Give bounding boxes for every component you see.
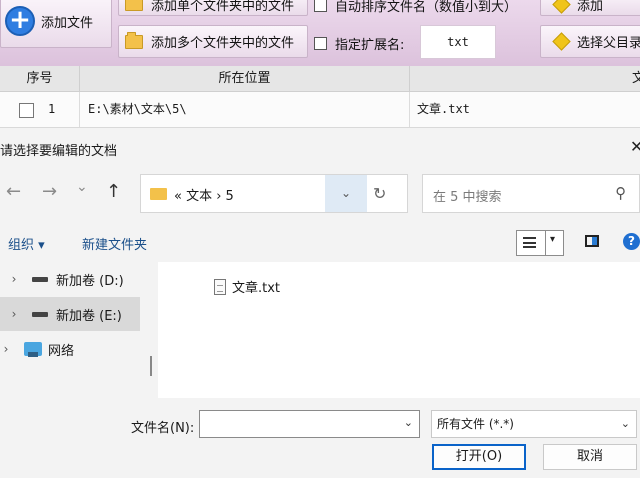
tree-item-label: 新加卷 (D:)	[56, 273, 124, 289]
add-single-folder-label: 添加单个文件夹中的文件	[151, 0, 295, 14]
file-name: 文章.txt	[232, 281, 281, 296]
navigation-scrollbar[interactable]	[150, 356, 152, 376]
details-view-icon	[523, 237, 536, 248]
select-parent-button[interactable]: 选择父目录	[540, 25, 640, 58]
chevron-right-icon[interactable]: ›	[8, 272, 20, 286]
table-header: 序号 所在位置 文	[0, 66, 640, 92]
file-list: 文章.txt	[158, 262, 640, 398]
add-right-label: 添加	[577, 0, 604, 14]
address-bar[interactable]: « 文本 › 5 ⌄ ↻	[140, 174, 408, 213]
network-icon	[24, 342, 42, 357]
add-single-folder-button[interactable]: 添加单个文件夹中的文件	[118, 0, 308, 16]
checkbox-box[interactable]	[314, 37, 327, 50]
tree-item-network[interactable]: › 网络	[0, 332, 140, 366]
add-file-label: 添加文件	[41, 15, 94, 31]
open-button[interactable]: 打开(O)	[432, 444, 526, 470]
specify-ext-label: 指定扩展名:	[335, 38, 405, 53]
preview-pane-icon[interactable]	[585, 235, 599, 247]
dialog-footer: 文件名(N): ⌄ 所有文件 (*.*) ⌄ 打开(O) 取消	[0, 398, 640, 478]
tree-item-label: 新加卷 (E:)	[56, 308, 122, 324]
select-parent-label: 选择父目录	[577, 36, 640, 51]
plus-icon: +	[5, 6, 35, 36]
drive-icon	[32, 276, 48, 282]
app-toolbar: + 添加文件 添加单个文件夹中的文件 添加多个文件夹中的文件 自动排序文件名（数…	[0, 0, 640, 66]
filename-input[interactable]: ⌄	[199, 410, 420, 438]
filename-label: 文件名(N):	[131, 421, 195, 436]
folder-icon	[125, 0, 143, 11]
search-input[interactable]: 在 5 中搜索 ⚲	[422, 174, 640, 213]
new-folder-button[interactable]: 新建文件夹	[82, 234, 147, 253]
add-multi-folder-button[interactable]: 添加多个文件夹中的文件	[118, 25, 308, 58]
add-right-button[interactable]: 添加	[540, 0, 640, 16]
diamond-icon	[552, 32, 571, 51]
row-name: 文章.txt	[417, 102, 470, 116]
forward-arrow-icon[interactable]: →	[42, 181, 57, 202]
tree-item-drive-d[interactable]: › 新加卷 (D:)	[0, 262, 140, 296]
drive-icon	[32, 311, 48, 317]
chevron-down-icon[interactable]: ⌄	[621, 411, 630, 437]
help-icon[interactable]: ?	[623, 233, 640, 250]
column-header-index[interactable]: 序号	[0, 66, 80, 91]
navigation-pane: › 新加卷 (D:) › 新加卷 (E:) › 网络	[0, 262, 158, 398]
breadcrumb[interactable]: « 文本 › 5	[174, 185, 234, 204]
row-location: E:\素材\文本\5\	[80, 92, 410, 127]
file-type-select[interactable]: 所有文件 (*.*) ⌄	[431, 410, 637, 438]
back-arrow-icon[interactable]: ←	[6, 181, 21, 202]
chevron-right-icon[interactable]: ›	[0, 342, 12, 356]
cancel-button[interactable]: 取消	[543, 444, 637, 470]
folder-icon	[125, 31, 143, 49]
search-icon[interactable]: ⚲	[615, 184, 626, 202]
organize-menu[interactable]: 组织 ▾	[8, 234, 45, 253]
row-checkbox[interactable]	[19, 103, 34, 118]
up-arrow-icon[interactable]: ↑	[106, 181, 121, 202]
view-divider	[545, 231, 546, 255]
diamond-icon	[552, 0, 571, 14]
specify-ext-checkbox[interactable]: 指定扩展名:	[314, 34, 404, 53]
chevron-down-icon[interactable]: ⌄	[404, 416, 413, 429]
view-options-button[interactable]: ▾	[516, 230, 564, 256]
search-placeholder: 在 5 中搜索	[433, 190, 502, 205]
add-multi-folder-label: 添加多个文件夹中的文件	[151, 36, 295, 51]
dialog-title: 请选择要编辑的文档	[0, 144, 118, 159]
recent-locations-chevron-icon[interactable]: ⌄	[76, 179, 88, 195]
checkbox-box[interactable]	[314, 0, 327, 12]
auto-sort-label: 自动排序文件名（数值小到大）	[335, 0, 518, 15]
open-file-dialog: 请选择要编辑的文档 ✕ ← → ⌄ ↑ « 文本 › 5 ⌄ ↻ 在 5 中搜索…	[0, 132, 640, 478]
chevron-right-icon[interactable]: ›	[8, 307, 20, 321]
table-row[interactable]: 1 E:\素材\文本\5\ 文章.txt	[0, 92, 640, 128]
column-header-name[interactable]: 文	[632, 66, 640, 91]
column-header-location[interactable]: 所在位置	[80, 66, 410, 91]
row-index: 1	[40, 92, 80, 127]
tree-item-label: 网络	[48, 343, 75, 359]
tree-item-drive-e[interactable]: › 新加卷 (E:)	[0, 297, 140, 331]
close-icon[interactable]: ✕	[630, 137, 640, 156]
add-file-button[interactable]: + 添加文件	[0, 0, 112, 48]
folder-icon	[150, 188, 167, 200]
address-dropdown-icon[interactable]: ⌄	[325, 175, 367, 212]
refresh-icon[interactable]: ↻	[373, 184, 386, 203]
file-type-value: 所有文件 (*.*)	[437, 417, 514, 431]
list-item[interactable]: 文章.txt	[214, 277, 280, 296]
extension-input[interactable]: txt	[420, 25, 496, 59]
auto-sort-checkbox[interactable]: 自动排序文件名（数值小到大）	[314, 0, 517, 15]
view-caret-icon[interactable]: ▾	[550, 234, 555, 245]
text-file-icon	[214, 278, 226, 295]
